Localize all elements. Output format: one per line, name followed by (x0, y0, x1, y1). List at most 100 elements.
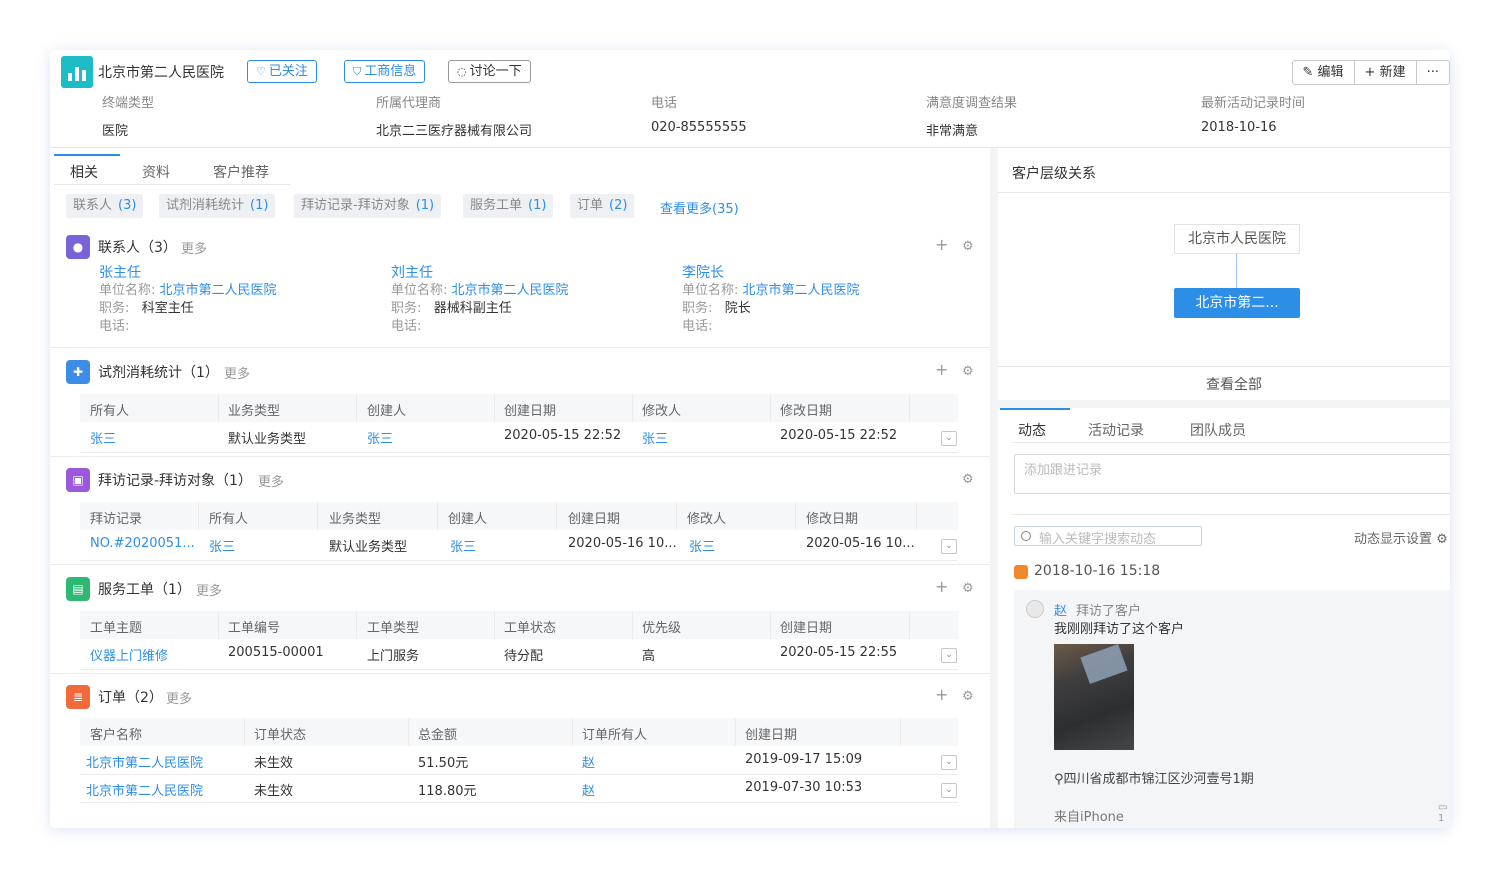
row-expand-icon[interactable]: ⌄ (941, 648, 957, 663)
visit-settings-icon[interactable]: ⚙ (962, 472, 974, 487)
table-cell: 2020-05-16 10... (568, 536, 677, 551)
table-cell: 默认业务类型 (228, 432, 307, 447)
column-header: 订单状态 (254, 728, 307, 743)
visit-more-link[interactable]: 更多 (258, 471, 284, 490)
divider (1012, 442, 1450, 443)
chip-reagent[interactable]: 试剂消耗统计 (1) (159, 194, 276, 218)
table-cell: 118.80元 (418, 784, 477, 799)
table-cell[interactable]: 张三 (209, 536, 235, 555)
feed-photo[interactable] (1054, 644, 1134, 750)
heart-icon: ♡ (256, 65, 266, 78)
pencil-icon: ✎ (1302, 65, 1318, 80)
reagent-more-link[interactable]: 更多 (224, 363, 250, 382)
chip-contacts[interactable]: 联系人 (3) (66, 194, 144, 218)
column-divider (317, 502, 318, 530)
feed-user-link[interactable]: 赵 (1054, 600, 1067, 619)
view-more-link[interactable]: 查看更多(35) (660, 198, 739, 217)
reagent-table-header: 所有人 业务类型 创建人 创建日期 修改人 修改日期 (80, 394, 958, 422)
parent-customer-node[interactable]: 北京市人民医院 (1174, 224, 1300, 254)
meta-satisfaction: 满意度调查结果 非常满意 (926, 96, 1018, 139)
tab-profile[interactable]: 资料 (142, 162, 170, 182)
row-divider (80, 452, 958, 453)
calendar-icon (1014, 565, 1028, 579)
table-cell: 2020-05-16 10... (806, 536, 915, 551)
chip-service[interactable]: 服务工单 (1) (463, 194, 554, 218)
contact-name[interactable]: 李院长 (682, 264, 860, 282)
orders-more-link[interactable]: 更多 (166, 688, 192, 707)
follow-up-input[interactable]: 添加跟进记录 (1014, 454, 1450, 494)
column-header: 工单状态 (504, 621, 557, 636)
dynamics-search-input[interactable]: 输入关键字搜索动态 (1014, 526, 1202, 547)
more-actions-button[interactable]: ··· (1417, 61, 1449, 84)
orders-settings-icon[interactable]: ⚙ (962, 689, 974, 704)
current-customer-node[interactable]: 北京市第二... (1174, 288, 1300, 318)
contacts-more-link[interactable]: 更多 (181, 238, 207, 257)
feed-action: 拜访了客户 (1076, 604, 1142, 619)
table-cell[interactable]: 张三 (642, 428, 668, 447)
meta-agent: 所属代理商 北京二三医疗器械有限公司 (376, 96, 533, 139)
table-cell[interactable]: 赵 (582, 752, 595, 771)
chip-visit[interactable]: 拜访记录-拜访对象 (1) (294, 194, 442, 218)
follow-tag-button[interactable]: ♡ 已关注 (247, 60, 317, 83)
column-divider (556, 502, 557, 530)
column-header: 创建人 (448, 512, 488, 527)
table-cell: 2019-09-17 15:09 (745, 752, 863, 767)
contact-name[interactable]: 刘主任 (391, 264, 569, 282)
comment-count[interactable]: ▭ 1 (1438, 802, 1450, 824)
service-settings-icon[interactable]: ⚙ (962, 581, 974, 596)
table-cell[interactable]: 北京市第二人民医院 (86, 752, 203, 771)
dynamics-settings-link[interactable]: 动态显示设置 ⚙ (1354, 528, 1448, 547)
contacts-settings-icon[interactable]: ⚙ (962, 239, 974, 254)
column-divider (494, 611, 495, 639)
orders-table-header: 客户名称 订单状态 总金额 订单所有人 创建日期 (80, 718, 958, 746)
table-cell[interactable]: 张三 (450, 536, 476, 555)
chip-orders[interactable]: 订单 (2) (570, 194, 635, 218)
column-divider (632, 394, 633, 422)
hierarchy-title: 客户层级关系 (1012, 166, 1096, 182)
column-divider (437, 502, 438, 530)
table-cell[interactable]: 北京市第二人民医院 (86, 780, 203, 799)
business-info-button[interactable]: ⛉ 工商信息 (344, 60, 426, 83)
add-contact-icon[interactable]: + (935, 235, 948, 254)
tab-activity-records[interactable]: 活动记录 (1088, 420, 1144, 440)
edit-button[interactable]: ✎ 编辑 (1293, 61, 1355, 84)
tab-team-members[interactable]: 团队成员 (1190, 420, 1246, 440)
column-divider (676, 502, 677, 530)
add-order-icon[interactable]: + (935, 685, 948, 704)
tab-dynamics[interactable]: 动态 (1018, 420, 1046, 440)
person-icon: ● (66, 235, 90, 259)
reagent-settings-icon[interactable]: ⚙ (962, 364, 974, 379)
contact-name[interactable]: 张主任 (99, 264, 277, 282)
row-expand-icon[interactable]: ⌄ (941, 539, 957, 554)
table-cell: 200515-00001 (228, 645, 324, 660)
view-all-link[interactable]: 查看全部 (998, 374, 1450, 394)
contact-card: 张主任 单位名称: 北京市第二人民医院 职务: 科室主任 电话: (99, 264, 277, 334)
row-expand-icon[interactable]: ⌄ (941, 783, 957, 798)
row-expand-icon[interactable]: ⌄ (941, 431, 957, 446)
column-divider (218, 611, 219, 639)
add-reagent-icon[interactable]: + (935, 360, 948, 379)
row-expand-icon[interactable]: ⌄ (941, 755, 957, 770)
tab-recommend[interactable]: 客户推荐 (213, 162, 269, 182)
column-header: 订单所有人 (582, 728, 648, 743)
table-cell[interactable]: 张三 (367, 428, 393, 447)
detail-tabs: 相关 资料 客户推荐 (50, 152, 290, 185)
column-header: 所有人 (209, 512, 249, 527)
table-cell: 2019-07-30 10:53 (745, 780, 863, 795)
discuss-button[interactable]: ◌ 讨论一下 (448, 60, 531, 83)
column-header: 创建人 (367, 404, 407, 419)
table-cell[interactable]: NO.#2020051... (90, 536, 195, 551)
service-title: 服务工单（1） (98, 582, 191, 598)
document-icon: ▣ (66, 468, 90, 492)
photo-detail (1080, 644, 1128, 684)
dynamics-date: 2018-10-16 15:18 (1034, 563, 1161, 579)
table-cell[interactable]: 赵 (582, 780, 595, 799)
table-cell[interactable]: 张三 (689, 536, 715, 555)
column-divider (770, 611, 771, 639)
service-more-link[interactable]: 更多 (196, 580, 222, 599)
new-button[interactable]: + 新建 (1355, 61, 1417, 84)
tab-related[interactable]: 相关 (70, 162, 98, 182)
table-cell[interactable]: 张三 (90, 428, 116, 447)
table-cell[interactable]: 仪器上门维修 (90, 645, 168, 664)
add-service-icon[interactable]: + (935, 577, 948, 596)
